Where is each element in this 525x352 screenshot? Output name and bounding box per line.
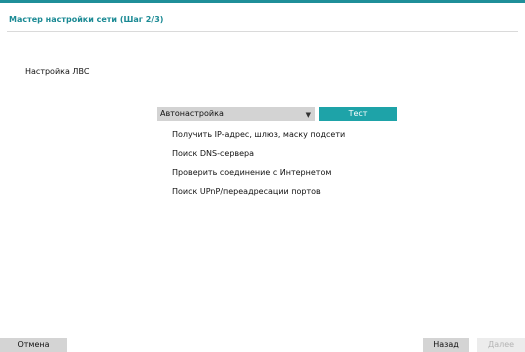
section-title: Настройка ЛВС — [25, 67, 90, 76]
wizard-title: Мастер настройки сети (Шаг 2/3) — [9, 15, 164, 24]
back-button[interactable]: Назад — [423, 338, 469, 352]
window-top-border — [0, 0, 525, 3]
step-get-ip: Получить IP-адрес, шлюз, маску подсети — [172, 130, 346, 139]
step-internet-check: Проверить соединение с Интернетом — [172, 168, 332, 177]
mode-select-value: Автонастройка — [160, 109, 224, 118]
test-button[interactable]: Тест — [319, 107, 397, 121]
title-divider — [7, 31, 518, 32]
step-dns-search: Поиск DNS-сервера — [172, 149, 255, 158]
chevron-down-icon: ▼ — [305, 111, 311, 119]
cancel-button[interactable]: Отмена — [0, 338, 67, 352]
mode-select[interactable]: Автонастройка ▼ — [157, 107, 315, 121]
step-list: Получить IP-адрес, шлюз, маску подсети П… — [172, 129, 345, 205]
step-upnp-search: Поиск UPnP/переадресации портов — [172, 187, 321, 196]
next-button[interactable]: Далее — [477, 338, 525, 352]
